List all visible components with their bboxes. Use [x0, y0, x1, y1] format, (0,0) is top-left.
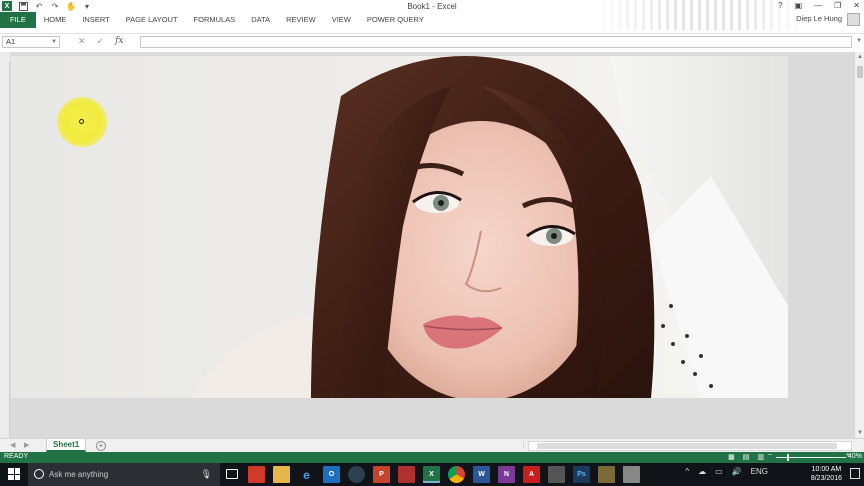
clock[interactable]: 10:00 AM 8/23/2016: [811, 465, 842, 483]
zoom-level[interactable]: 40%: [848, 453, 862, 460]
help-icon[interactable]: ?: [778, 1, 782, 10]
scroll-up-icon[interactable]: ▲: [857, 54, 863, 60]
language-indicator[interactable]: ENG: [751, 467, 768, 476]
tab-review[interactable]: REVIEW: [278, 12, 324, 28]
taskbar-apps: e O P X W N A Ps: [224, 466, 640, 483]
chrome-icon[interactable]: [448, 466, 465, 483]
tab-split-handle[interactable]: ⋮: [520, 441, 527, 449]
ribbon-tabs: FILE HOME INSERT PAGE LAYOUT FORMULAS DA…: [0, 12, 864, 28]
page-break-view-icon[interactable]: ▥: [757, 453, 764, 461]
formula-input[interactable]: [140, 36, 852, 48]
worksheet-area[interactable]: ▲ ▼: [0, 52, 864, 438]
embedded-picture[interactable]: [11, 56, 788, 398]
title-bar: X ↶ ↷ ✋ ▾ Book1 - Excel ? ▣ — ❐ ✕: [0, 0, 864, 30]
horizontal-scroll-thumb[interactable]: [537, 443, 837, 449]
insert-function-icon[interactable]: fx: [115, 36, 123, 47]
system-tray: ^ ☁ ▭ 🔊 ENG: [685, 467, 768, 476]
ribbon-display-icon[interactable]: ▣: [795, 1, 803, 10]
close-icon[interactable]: ✕: [853, 1, 860, 10]
view-buttons: ▦ ▤ ▥: [728, 453, 764, 461]
tab-data[interactable]: DATA: [243, 12, 278, 28]
status-bar: READY ▦ ▤ ▥ − + 40%: [0, 452, 864, 463]
prev-sheet-icon[interactable]: ◀: [10, 441, 15, 449]
vertical-scrollbar[interactable]: ▲ ▼: [854, 52, 864, 438]
formula-bar: A1 ▼ ✕ ✓ fx ▼: [0, 33, 864, 49]
select-all-corner[interactable]: [0, 52, 10, 62]
onedrive-icon[interactable]: ☁: [698, 467, 706, 476]
file-explorer-icon[interactable]: [273, 466, 290, 483]
portrait-photo: [191, 56, 788, 398]
enter-icon[interactable]: ✓: [97, 36, 105, 47]
tv-app-icon[interactable]: [398, 466, 415, 483]
formula-buttons: ✕ ✓ fx: [78, 36, 124, 47]
outlook-icon[interactable]: O: [323, 466, 340, 483]
name-box-value: A1: [6, 37, 16, 46]
mouse-cursor-icon: [79, 119, 84, 124]
snipping-icon[interactable]: [548, 466, 565, 483]
tab-view[interactable]: VIEW: [324, 12, 359, 28]
normal-view-icon[interactable]: ▦: [728, 453, 735, 461]
sheet-tabs-bar: ◀ ▶ Sheet1 + ⋮: [0, 438, 864, 452]
microphone-icon[interactable]: 🎙: [201, 469, 212, 480]
minimize-icon[interactable]: —: [814, 1, 822, 10]
photoshop-icon[interactable]: Ps: [573, 466, 590, 483]
avatar[interactable]: [847, 13, 860, 26]
scroll-down-icon[interactable]: ▼: [857, 430, 863, 436]
vertical-scroll-thumb[interactable]: [857, 66, 863, 78]
display-icon[interactable]: ▭: [715, 467, 723, 476]
window-controls: ? ▣ — ❐ ✕: [778, 1, 860, 10]
row-headers: [0, 52, 10, 438]
tab-home[interactable]: HOME: [36, 12, 75, 28]
tray-chevron-icon[interactable]: ^: [685, 467, 689, 476]
name-box[interactable]: A1 ▼: [2, 36, 60, 48]
clock-time: 10:00 AM: [811, 466, 842, 473]
tab-file[interactable]: FILE: [0, 12, 36, 28]
zoom-slider-knob[interactable]: [786, 454, 789, 461]
media-icon[interactable]: [623, 466, 640, 483]
search-placeholder: Ask me anything: [49, 470, 109, 479]
excel-window: X ↶ ↷ ✋ ▾ Book1 - Excel ? ▣ — ❐ ✕ FILE H…: [0, 0, 864, 486]
onenote-icon[interactable]: N: [498, 466, 515, 483]
windows-taskbar: Ask me anything 🎙 e O P X W N A Ps ^ ☁ ▭: [0, 463, 864, 486]
acrobat-icon[interactable]: A: [523, 466, 540, 483]
clock-date: 8/23/2016: [810, 475, 842, 482]
chevron-down-icon[interactable]: ▼: [51, 37, 57, 47]
store-icon[interactable]: [248, 466, 265, 483]
powerpoint-icon[interactable]: P: [373, 466, 390, 483]
edge-icon[interactable]: e: [298, 466, 315, 483]
maximize-icon[interactable]: ❐: [834, 1, 841, 10]
task-view-icon[interactable]: [226, 469, 238, 479]
word-icon[interactable]: W: [473, 466, 490, 483]
excel-taskbar-icon[interactable]: X: [423, 466, 440, 483]
start-icon[interactable]: [8, 468, 20, 480]
tab-page-layout[interactable]: PAGE LAYOUT: [118, 12, 186, 28]
cortana-icon: [34, 469, 44, 479]
add-sheet-icon[interactable]: +: [96, 441, 106, 451]
expand-formula-bar-icon[interactable]: ▼: [856, 38, 862, 44]
sheet-tab-sheet1[interactable]: Sheet1: [46, 439, 87, 452]
tab-power-query[interactable]: POWER QUERY: [359, 12, 432, 28]
status-ready: READY: [4, 453, 29, 460]
next-sheet-icon[interactable]: ▶: [24, 441, 29, 449]
cancel-icon[interactable]: ✕: [78, 36, 86, 47]
steam-icon[interactable]: [348, 466, 365, 483]
action-center-icon[interactable]: [850, 468, 860, 479]
photos-icon[interactable]: [598, 466, 615, 483]
user-name[interactable]: Diep Le Hung: [796, 14, 842, 23]
cortana-search[interactable]: Ask me anything 🎙: [28, 463, 220, 486]
zoom-out-icon[interactable]: −: [768, 452, 772, 459]
page-layout-view-icon[interactable]: ▤: [743, 453, 750, 461]
tab-insert[interactable]: INSERT: [74, 12, 117, 28]
horizontal-scrollbar[interactable]: [528, 441, 852, 451]
tab-formulas[interactable]: FORMULAS: [186, 12, 244, 28]
volume-icon[interactable]: 🔊: [732, 467, 742, 476]
zoom-slider[interactable]: [776, 454, 846, 461]
